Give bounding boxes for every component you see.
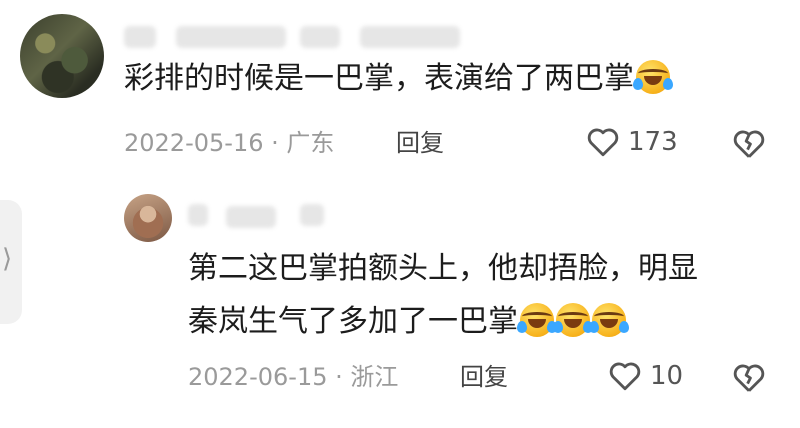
reply-text-line2-row: 秦岚生气了多加了一巴掌	[188, 303, 629, 341]
comment-text: 彩排的时候是一巴掌，表演给了两巴掌	[124, 60, 673, 98]
comment-location: 广东	[286, 129, 335, 157]
meta-separator: ·	[271, 129, 279, 157]
heart-outline-icon	[587, 128, 619, 157]
broken-heart-icon	[733, 130, 765, 158]
like-count: 173	[628, 127, 678, 157]
laughing-crying-emoji-icon	[517, 303, 557, 337]
heart-outline-icon	[609, 362, 641, 391]
side-collapse-tab[interactable]: ⟩	[0, 200, 22, 324]
meta-separator: ·	[335, 363, 343, 391]
reply-date: 2022-06-15	[188, 363, 328, 391]
reply-meta: 2022-06-15 · 浙江	[188, 362, 398, 392]
reply-like-button[interactable]: 10	[608, 360, 683, 392]
laughing-crying-emoji-icon	[633, 60, 673, 94]
comment-meta: 2022-05-16 · 广东	[124, 128, 334, 158]
reply-dislike-button[interactable]	[732, 362, 766, 398]
reply-avatar[interactable]	[124, 194, 172, 242]
reply-button[interactable]: 回复	[396, 128, 444, 158]
comment-date: 2022-05-16	[124, 129, 264, 157]
reply-text-line1: 第二这巴掌拍额头上，他却捂脸，明显	[188, 251, 698, 286]
reply-like-count: 10	[650, 361, 684, 391]
reply-location: 浙江	[350, 363, 399, 391]
reply-text-line2: 秦岚生气了多加了一巴掌	[188, 304, 518, 339]
reply-reply-button[interactable]: 回复	[460, 362, 508, 392]
like-button[interactable]: 173	[586, 126, 678, 158]
avatar[interactable]	[20, 14, 104, 98]
comment-text-content: 彩排的时候是一巴掌，表演给了两巴掌	[124, 61, 634, 96]
broken-heart-icon	[733, 364, 765, 392]
laughing-crying-emoji-icon	[589, 303, 629, 337]
laughing-crying-emoji-icon	[553, 303, 593, 337]
dislike-button[interactable]	[732, 128, 766, 164]
chevron-right-icon: ⟩	[2, 244, 13, 274]
